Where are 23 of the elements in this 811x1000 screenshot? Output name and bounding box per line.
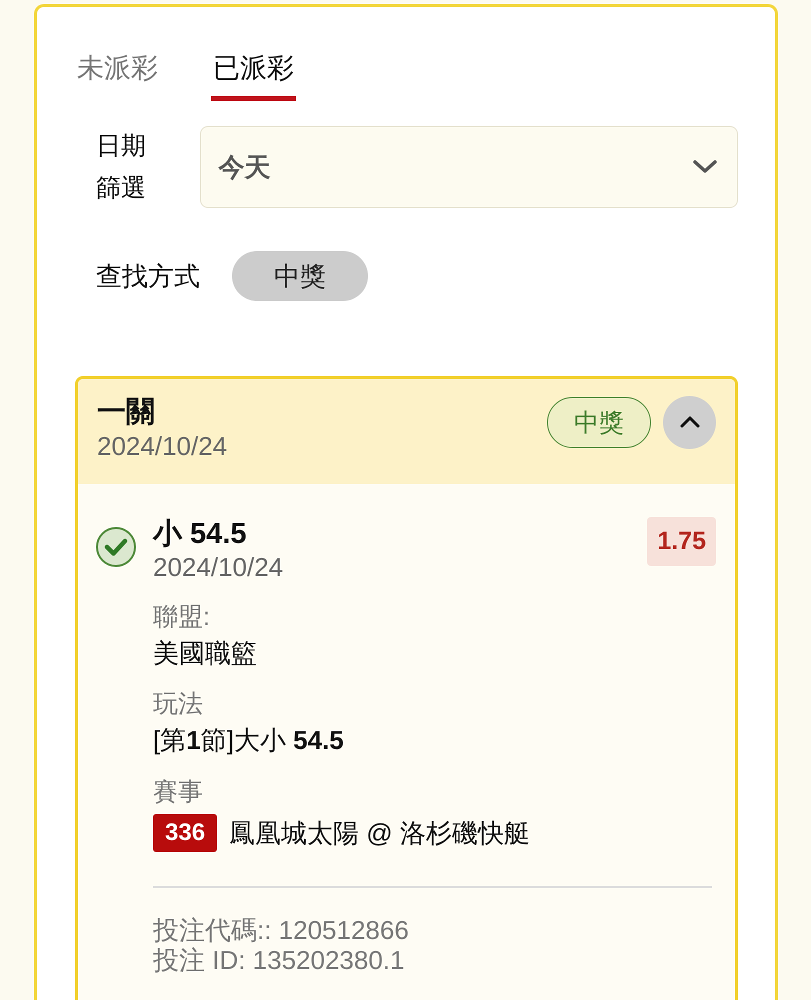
chevron-down-icon: [693, 160, 717, 174]
search-label: 查找方式: [96, 260, 200, 293]
selection-title: 小 54.5: [153, 516, 248, 552]
selection-date: 2024/10/24: [153, 551, 284, 584]
chevron-up-icon: [680, 416, 700, 428]
filter-chip[interactable]: 中獎: [232, 251, 368, 302]
date-select[interactable]: 今天: [200, 126, 738, 208]
bet-type: 一關: [97, 395, 156, 430]
detail-value: [第1節]大小 54.5: [153, 724, 344, 758]
odds-badge: 1.75: [647, 516, 716, 566]
bet-code: 投注代碼:: 120512866: [153, 916, 409, 946]
detail-value: 美國職籃: [153, 636, 257, 670]
filter-label: 日期篩選: [96, 131, 147, 204]
match-name: 鳳凰城太陽 @ 洛杉磯快艇: [229, 816, 530, 850]
bet-date: 2024/10/24: [97, 430, 228, 463]
detail-label: 聯盟:: [153, 602, 210, 633]
bet-code: 投注 ID: 135202380.1: [153, 946, 404, 976]
detail-label: 賽事: [153, 776, 203, 808]
tab[interactable]: 已派彩: [211, 51, 296, 102]
detail-label: 玩法: [153, 689, 203, 720]
status-badge: 中獎: [547, 396, 651, 448]
tab[interactable]: 未派彩: [75, 51, 160, 102]
match-number-badge: 336: [153, 814, 218, 852]
